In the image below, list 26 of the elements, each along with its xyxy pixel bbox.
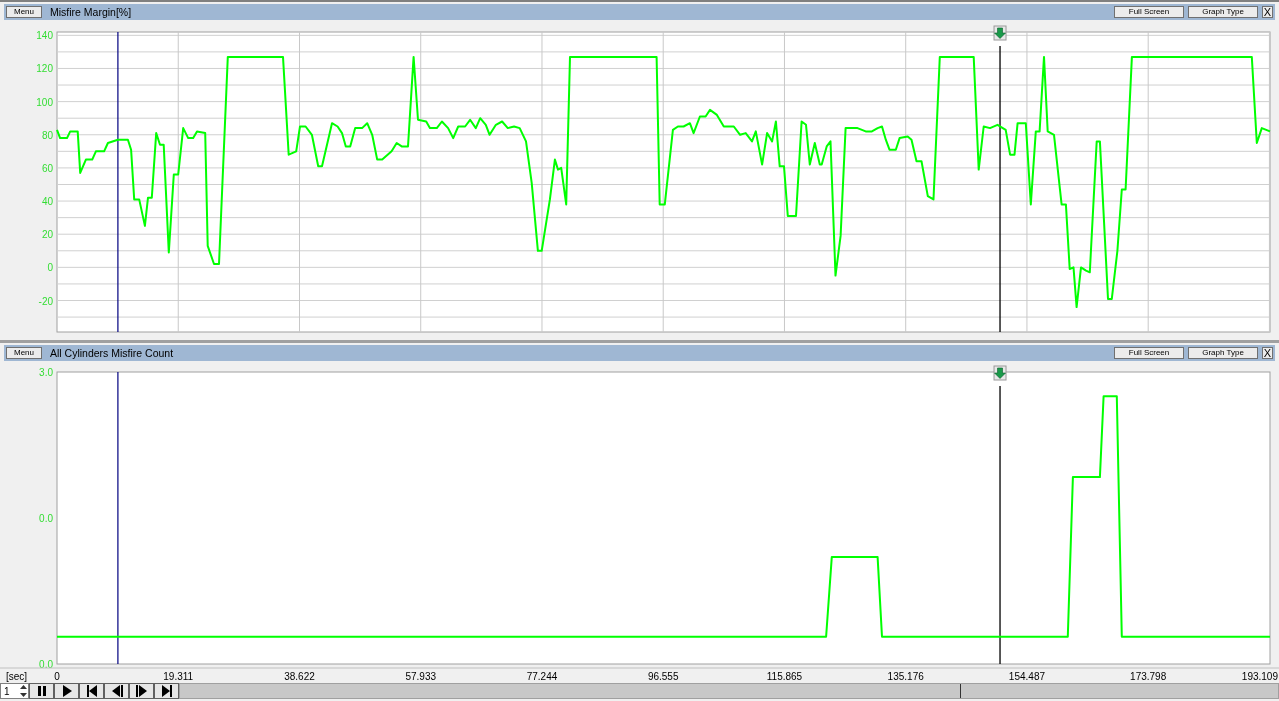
axis-label: 60 (41, 162, 53, 174)
axis-label: 120 (36, 63, 53, 75)
axis-label: 3.0 (39, 367, 53, 378)
axis-unit: [sec] (6, 671, 28, 682)
axis-label: 40 (41, 196, 53, 208)
axis-label: 135.176 (887, 671, 924, 682)
axis-label: 140 (36, 30, 53, 42)
axis-label: 0.0 (39, 659, 53, 670)
axis-label: 0 (54, 671, 60, 682)
axis-label: 193.109 (1241, 671, 1278, 682)
axis-label: 57.933 (405, 671, 437, 682)
axis-label: 100 (36, 96, 53, 108)
axis-label: 80 (41, 129, 53, 141)
axis-label: -20 (38, 295, 53, 307)
panel-title: Misfire Margin[%] (50, 6, 132, 18)
axis-label: 96.555 (647, 671, 679, 682)
axis-label: 19.311 (163, 671, 194, 682)
axis-label: 77.244 (526, 671, 558, 682)
panel-title: All Cylinders Misfire Count (50, 347, 174, 359)
axis-label: 0.0 (39, 513, 53, 524)
axis-label: 0 (47, 262, 53, 274)
axis-label: 173.798 (1130, 671, 1167, 682)
axis-label: 154.487 (1008, 671, 1045, 682)
axis-label: 115.865 (766, 671, 803, 682)
axis-label: 20 (41, 229, 53, 241)
axis-label: 38.622 (284, 671, 315, 682)
